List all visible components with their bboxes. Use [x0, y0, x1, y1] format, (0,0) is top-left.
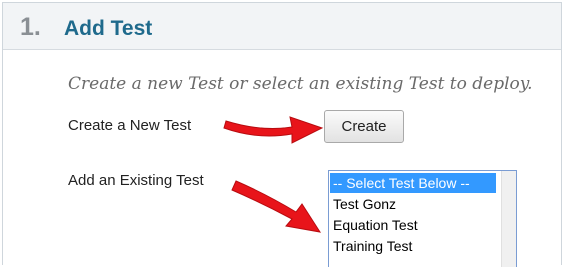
arrow-right-icon — [223, 116, 324, 144]
annotation-arrows — [223, 116, 324, 233]
arrow-down-right-icon — [231, 180, 322, 233]
